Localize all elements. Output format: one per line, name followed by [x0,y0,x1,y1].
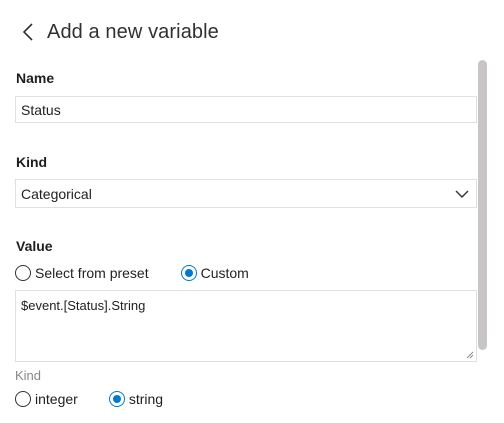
kind-label: Kind [16,154,48,170]
back-button[interactable] [16,18,40,46]
radio-circle-unchecked [15,265,31,281]
radio-label-string: string [128,391,164,407]
radio-label-custom: Custom [200,265,249,281]
panel-header: Add a new variable [16,16,219,48]
resize-grip-icon[interactable] [466,351,474,359]
vertical-scrollbar[interactable] [478,60,487,350]
add-variable-panel: Add a new variable Name Status Kind Cate… [0,0,504,423]
value-kind-radio-group: integer string [15,389,163,409]
expression-textarea[interactable]: $event.[Status].String [15,290,477,362]
radio-string[interactable]: string [108,391,164,407]
radio-circle-unchecked [15,391,31,407]
chevron-down-icon [455,190,469,198]
kind-dropdown-value: Categorical [21,185,92,202]
radio-custom[interactable]: Custom [180,265,249,281]
expression-value: $event.[Status].String [21,298,146,313]
chevron-left-icon [22,23,33,41]
radio-integer[interactable]: integer [15,391,78,407]
radio-circle-checked [108,391,125,407]
page-title: Add a new variable [47,20,219,43]
kind-dropdown[interactable]: Categorical [15,179,477,208]
value-label: Value [16,238,53,254]
radio-label-preset: Select from preset [35,265,149,281]
value-kind-label: Kind [15,368,42,383]
radio-select-from-preset[interactable]: Select from preset [15,265,149,281]
radio-circle-checked [180,265,197,281]
name-input-value: Status [21,101,61,118]
name-input[interactable]: Status [15,96,477,123]
value-source-radio-group: Select from preset Custom [15,263,249,283]
name-label: Name [16,70,55,86]
radio-label-integer: integer [35,391,78,407]
